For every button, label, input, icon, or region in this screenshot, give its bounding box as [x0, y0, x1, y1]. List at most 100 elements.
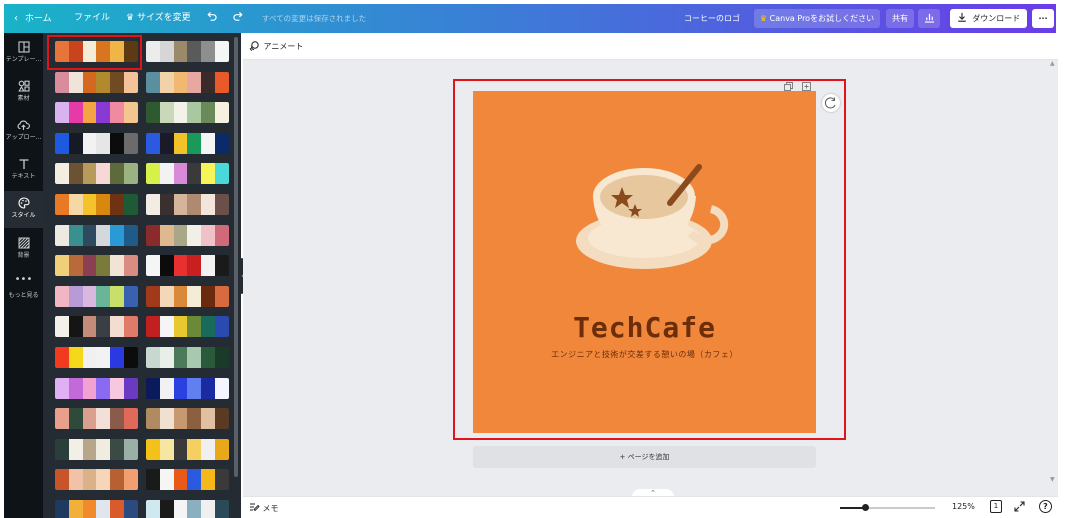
color-swatch — [55, 438, 69, 460]
color-swatch — [173, 224, 188, 246]
color-palette[interactable] — [55, 500, 138, 518]
color-swatch — [124, 224, 138, 246]
color-palette[interactable] — [55, 102, 138, 124]
color-swatch — [55, 377, 69, 399]
rail-item-more[interactable]: ••• もっと見る — [4, 271, 43, 308]
color-swatch — [146, 500, 160, 518]
color-palette[interactable] — [146, 132, 229, 154]
color-palette[interactable] — [55, 255, 138, 277]
color-palette[interactable] — [55, 71, 138, 93]
page-count-button[interactable]: 1 — [990, 500, 1002, 513]
crown-icon: ♛ — [759, 14, 768, 23]
color-swatch — [159, 163, 174, 185]
color-swatch — [82, 377, 97, 399]
panel-scrollbar-thumb[interactable] — [234, 37, 238, 477]
color-palette[interactable] — [146, 347, 229, 368]
color-palette[interactable] — [55, 347, 138, 368]
color-palette[interactable] — [146, 500, 229, 518]
color-palette[interactable] — [55, 285, 138, 307]
notes-button[interactable]: メモ — [249, 502, 279, 514]
color-palette[interactable] — [146, 102, 229, 124]
color-palette[interactable] — [55, 438, 138, 460]
rail-item-text[interactable]: テキスト — [4, 152, 43, 189]
color-swatch — [124, 285, 138, 307]
color-palette[interactable] — [55, 224, 138, 246]
color-swatch — [82, 438, 97, 460]
color-swatch — [96, 194, 111, 215]
insights-button[interactable] — [918, 9, 940, 28]
color-swatch — [187, 500, 202, 518]
color-swatch — [201, 285, 216, 307]
color-palette[interactable] — [55, 469, 138, 491]
color-swatch — [215, 102, 229, 124]
color-palette[interactable] — [146, 224, 229, 246]
resize-button[interactable]: ♛ サイズを変更 — [126, 4, 191, 33]
color-swatch — [159, 469, 174, 491]
color-palette[interactable] — [146, 255, 229, 277]
redo-button[interactable] — [233, 4, 244, 33]
color-palette[interactable] — [55, 163, 138, 185]
scroll-down-arrow[interactable]: ▼ — [1050, 476, 1055, 483]
download-button[interactable]: ダウンロード — [950, 9, 1027, 28]
share-button[interactable]: 共有 — [886, 9, 914, 28]
color-swatch — [68, 102, 83, 124]
color-swatch — [159, 316, 174, 338]
color-swatch — [110, 500, 125, 518]
color-swatch — [146, 71, 160, 93]
color-palette[interactable] — [146, 285, 229, 307]
rail-item-background[interactable]: 背景 — [4, 231, 43, 268]
rail-item-uploads[interactable]: アップロー... — [4, 113, 43, 150]
try-pro-button[interactable]: ♛ Canva Proをお試しください — [754, 9, 880, 28]
color-palette[interactable] — [146, 469, 229, 491]
zoom-slider-thumb[interactable] — [861, 504, 869, 511]
color-palette[interactable] — [146, 408, 229, 430]
home-button[interactable]: ‹ ホーム — [14, 4, 52, 33]
scroll-up-arrow[interactable]: ▲ — [1050, 60, 1055, 67]
color-swatch — [110, 132, 125, 154]
zoom-slider[interactable] — [840, 504, 935, 511]
notes-icon — [250, 503, 260, 512]
download-label: ダウンロード — [972, 14, 1021, 23]
color-palette[interactable] — [146, 41, 229, 62]
color-palette[interactable] — [55, 377, 138, 399]
fullscreen-button[interactable] — [1014, 501, 1025, 514]
color-swatch — [215, 224, 229, 246]
color-palette[interactable] — [146, 71, 229, 93]
color-palette[interactable] — [146, 377, 229, 399]
color-swatch — [215, 408, 229, 430]
color-palette[interactable] — [146, 163, 229, 185]
color-swatch — [124, 408, 138, 430]
color-swatch — [201, 469, 216, 491]
add-page-button[interactable]: + ページを追加 — [473, 446, 816, 468]
color-palette[interactable] — [55, 408, 138, 430]
zoom-value[interactable]: 125% — [952, 502, 975, 511]
color-palette[interactable] — [146, 438, 229, 460]
color-swatch — [96, 132, 111, 154]
help-button[interactable]: ? — [1039, 500, 1052, 513]
color-swatch — [55, 224, 69, 246]
file-menu[interactable]: ファイル — [74, 4, 110, 33]
rail-item-templates[interactable]: テンプレー... — [4, 35, 43, 72]
color-palette[interactable] — [55, 132, 138, 154]
document-title[interactable]: コーヒーのロゴ — [684, 4, 740, 33]
expand-icon — [1014, 501, 1025, 512]
palette-icon — [4, 191, 43, 209]
color-palette[interactable] — [146, 316, 229, 338]
color-swatch — [110, 347, 125, 368]
color-palette[interactable] — [55, 194, 138, 215]
color-swatch — [146, 224, 160, 246]
color-swatch — [159, 41, 174, 62]
color-swatch — [173, 194, 188, 215]
color-palette[interactable] — [146, 194, 229, 215]
color-swatch — [110, 377, 125, 399]
rail-item-styles[interactable]: スタイル — [4, 191, 43, 228]
color-palette[interactable] — [55, 316, 138, 338]
more-options-button[interactable]: ··· — [1032, 9, 1054, 28]
color-swatch — [146, 377, 160, 399]
animate-button[interactable]: アニメート — [249, 39, 303, 54]
color-swatch — [82, 102, 97, 124]
color-swatch — [159, 347, 174, 368]
rail-item-elements[interactable]: 素材 — [4, 74, 43, 111]
undo-button[interactable] — [206, 4, 217, 33]
color-swatch — [215, 71, 229, 93]
